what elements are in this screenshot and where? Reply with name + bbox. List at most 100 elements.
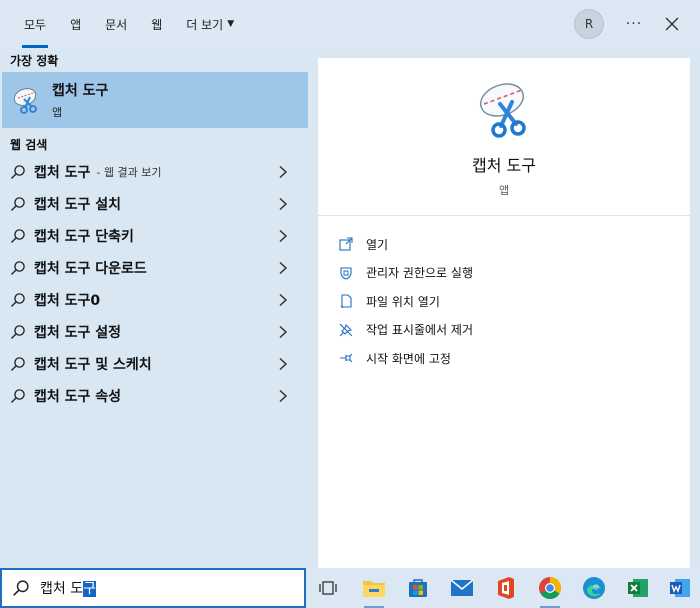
pin-to-start-action[interactable]: 시작 화면에 고정 (338, 344, 690, 373)
shield-icon (338, 265, 354, 281)
chevron-right-icon (279, 165, 288, 179)
chevron-right-icon (279, 261, 288, 275)
best-match-item[interactable]: 캡처 도구 앱 (2, 72, 308, 128)
file-explorer-button[interactable] (360, 574, 388, 608)
microsoft-store-icon (409, 579, 427, 597)
app-actions: 열기 관리자 권한으로 실행 파일 위치 열기 작업 표시줄에서 제거 시작 화… (318, 216, 690, 373)
best-match-heading: 가장 정확 (10, 53, 59, 68)
chevron-right-icon (279, 229, 288, 243)
caret-down-icon: ▼ (227, 19, 235, 29)
action-label: 열기 (366, 237, 389, 252)
app-hero: 캡처 도구 앱 (318, 58, 690, 216)
web-result-item[interactable]: 캡처 도구 및 스케치 (0, 348, 310, 380)
search-icon (11, 165, 25, 179)
tab-list: 모두 앱 문서 웹 더 보기 ▼ (12, 0, 246, 48)
unpin-taskbar-icon (338, 322, 354, 338)
excel-icon (628, 579, 648, 597)
tab-label: 모두 (24, 17, 47, 32)
search-typed-text: 캡처 도 (40, 581, 84, 597)
office-button[interactable] (492, 574, 520, 602)
open-icon (338, 236, 354, 252)
file-location-icon (338, 293, 354, 309)
web-result-query: 캡처 도구 설치 (34, 197, 122, 213)
app-type: 앱 (498, 184, 510, 197)
web-result-query: 캡처 도구 (34, 165, 91, 181)
web-result-query: 캡처 도구 설정 (34, 325, 122, 341)
web-result-suffix: - 웹 결과 보기 (96, 166, 162, 179)
search-query: 캡처 도구 (40, 578, 96, 598)
tab-label: 웹 (151, 17, 163, 32)
action-label: 시작 화면에 고정 (366, 351, 451, 366)
mail-icon (450, 579, 474, 596)
word-button[interactable] (666, 574, 694, 602)
snipping-tool-icon (479, 83, 526, 138)
action-label: 파일 위치 열기 (366, 294, 440, 309)
web-result-item[interactable]: 캡처 도구 단축키 (0, 220, 310, 252)
tab-more[interactable]: 더 보기 ▼ (174, 0, 246, 48)
microsoft-store-button[interactable] (404, 574, 432, 602)
best-match-title: 캡처 도구 (52, 83, 109, 99)
chevron-right-icon (279, 325, 288, 339)
task-view-button[interactable] (314, 574, 342, 602)
more-options-button[interactable]: ··· (620, 12, 648, 36)
tab-web[interactable]: 웹 (139, 0, 174, 48)
search-icon (11, 261, 25, 275)
chevron-right-icon (279, 389, 288, 403)
word-icon (670, 579, 690, 597)
web-result-query: 캡처 도구 단축키 (34, 229, 134, 245)
more-options-icon: ··· (625, 16, 643, 32)
search-icon (11, 229, 25, 243)
task-view-icon (319, 581, 337, 595)
chrome-button[interactable] (536, 574, 564, 608)
best-match-subtitle: 앱 (52, 106, 63, 119)
web-result-item[interactable]: 캡처 도구 속성 (0, 380, 310, 412)
chrome-icon (539, 577, 561, 599)
tab-all[interactable]: 모두 (12, 0, 58, 48)
web-result-item[interactable]: 캡처 도구 - 웹 결과 보기 (0, 156, 310, 188)
web-result-item[interactable]: 캡처 도구 설정 (0, 316, 310, 348)
tab-label: 더 보기 (186, 17, 224, 32)
results-panel: 가장 정확 캡처 도구 앱 웹 검색 캡처 도구 - 웹 결과 보기 캡처 도구… (0, 48, 310, 568)
action-label: 관리자 권한으로 실행 (366, 266, 473, 281)
avatar-initial: R (584, 17, 594, 31)
search-icon (11, 389, 25, 403)
web-result-query: 캡처 도구0 (34, 293, 101, 309)
open-file-location-action[interactable]: 파일 위치 열기 (338, 287, 690, 316)
chevron-right-icon (279, 357, 288, 371)
web-search-heading: 웹 검색 (10, 137, 48, 152)
web-result-item[interactable]: 캡처 도구 설치 (0, 188, 310, 220)
action-label: 작업 표시줄에서 제거 (366, 323, 473, 338)
mail-button[interactable] (448, 574, 476, 602)
edge-icon (583, 577, 605, 599)
unpin-from-taskbar-action[interactable]: 작업 표시줄에서 제거 (338, 316, 690, 345)
snipping-tool-icon (13, 88, 37, 114)
open-action[interactable]: 열기 (338, 230, 690, 259)
office-icon (498, 577, 514, 599)
search-icon (11, 293, 25, 307)
edge-button[interactable] (580, 574, 608, 602)
tab-documents[interactable]: 문서 (93, 0, 139, 48)
account-avatar[interactable]: R (574, 9, 604, 39)
web-result-item[interactable]: 캡처 도구 다운로드 (0, 252, 310, 284)
chevron-right-icon (279, 293, 288, 307)
pin-start-icon (338, 350, 354, 366)
chevron-right-icon (279, 197, 288, 211)
tab-label: 문서 (105, 17, 128, 32)
tab-label: 앱 (70, 17, 82, 32)
taskbar: 캡처 도구 (0, 568, 700, 608)
search-input[interactable]: 캡처 도구 (0, 568, 306, 608)
web-result-query: 캡처 도구 및 스케치 (34, 357, 152, 373)
close-button[interactable] (658, 10, 686, 38)
web-result-item[interactable]: 캡처 도구0 (0, 284, 310, 316)
web-result-query: 캡처 도구 속성 (34, 389, 122, 405)
close-icon (665, 17, 679, 31)
search-icon (11, 325, 25, 339)
search-icon (11, 357, 25, 371)
tab-apps[interactable]: 앱 (58, 0, 93, 48)
excel-button[interactable] (624, 574, 652, 602)
search-icon (11, 197, 25, 211)
search-icon (13, 580, 29, 596)
file-explorer-icon (363, 581, 385, 597)
app-name: 캡처 도구 (472, 156, 536, 175)
run-as-admin-action[interactable]: 관리자 권한으로 실행 (338, 259, 690, 288)
